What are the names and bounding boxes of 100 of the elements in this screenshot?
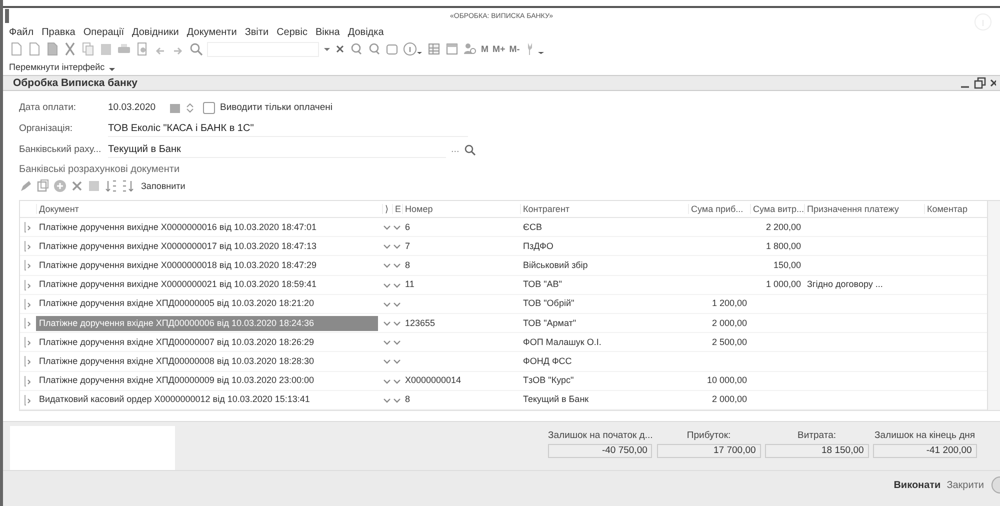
- document-icon[interactable]: [45, 42, 59, 56]
- memory-button[interactable]: M+: [492, 44, 506, 54]
- table-cell[interactable]: Платіжне доручення вхідне ХПД00000009 від 10.03.2020 23:00:00: [36, 373, 318, 388]
- table-cell-text: 150,00: [772, 258, 802, 272]
- table-cell-text: 2 500,00: [710, 336, 748, 349]
- table-cell-text: Текущий в Банк: [522, 393, 590, 406]
- organization-label: Організація:: [19, 123, 74, 134]
- users-icon[interactable]: [463, 42, 477, 56]
- pencil-icon[interactable]: [19, 179, 33, 193]
- search-icon[interactable]: [464, 144, 476, 156]
- restore-icon[interactable]: [974, 77, 986, 89]
- table-cell[interactable]: Платіжне доручення вихідне Х0000000016 від 10.03.2020 18:47:01: [36, 220, 320, 235]
- bank-account-field[interactable]: Текущий в Банк: [108, 142, 446, 158]
- copy-icon[interactable]: [81, 42, 95, 56]
- menu-item[interactable]: Вікна: [315, 26, 340, 38]
- table-cell-text: 11: [404, 278, 416, 292]
- table-cell[interactable]: Платіжне доручення вхідне ХПД00000005 від 10.03.2020 18:21:20: [36, 296, 318, 312]
- column-header[interactable]: Коментар: [924, 204, 986, 214]
- menu-item[interactable]: Звіти: [244, 26, 269, 38]
- table-cell-text: 1 200,00: [710, 297, 748, 310]
- table-cell-text: Згідно договору ...: [806, 278, 884, 292]
- info-icon[interactable]: [403, 42, 423, 56]
- menu-item[interactable]: Правка: [42, 26, 76, 38]
- table-cell-text: ТОВ "Обрій": [522, 297, 576, 310]
- search-icon[interactable]: [189, 42, 203, 56]
- table-cell-text: 2 000,00: [710, 316, 748, 330]
- table-cell-text: ПзДФО: [522, 240, 554, 253]
- checkbox-label: Виводити тільки оплачені: [220, 102, 332, 113]
- help-icon[interactable]: [990, 476, 1000, 494]
- memory-button[interactable]: M: [481, 44, 488, 54]
- total-field: 18 150,00: [764, 444, 869, 458]
- menu-item[interactable]: Сервіс: [276, 26, 308, 38]
- menu-item[interactable]: Операції: [83, 26, 124, 38]
- table-cell-text: Х0000000014: [404, 374, 462, 388]
- sort-ascending-icon[interactable]: [104, 179, 118, 193]
- select-button[interactable]: ...: [451, 144, 460, 155]
- date-label: Дата оплати:: [19, 102, 78, 113]
- table-cell-text: 10 000,00: [706, 374, 748, 388]
- delete-icon[interactable]: [70, 179, 84, 193]
- execute-button[interactable]: Виконати: [894, 480, 941, 491]
- table-cell-text: 8: [404, 393, 412, 406]
- cut-icon[interactable]: [63, 42, 77, 56]
- date-field[interactable]: 10.03.2020: [108, 102, 164, 113]
- table-cell-text: 2 200,00: [764, 220, 802, 234]
- table-cell[interactable]: Платіжне доручення вхідне ХПД00000007 від 10.03.2020 18:26:29: [36, 334, 318, 350]
- table-cell-text: 2 000,00: [710, 393, 748, 406]
- menu-item[interactable]: Документи: [186, 26, 237, 38]
- find-icon[interactable]: [367, 42, 381, 56]
- table-cell-text: ФОП Малашук О.І.: [522, 336, 602, 349]
- table-cell-text: ТОВ "Армат": [522, 316, 578, 330]
- document-icon[interactable]: [27, 42, 41, 56]
- table-cell[interactable]: Платіжне доручення вихідне Х0000000018 від 10.03.2020 18:47:29: [36, 258, 320, 273]
- menu-item[interactable]: Довідники: [132, 26, 179, 38]
- form-title: Обробка Виписка банку: [13, 77, 138, 89]
- table-cell-text: ЄСВ: [522, 220, 543, 234]
- menu-item[interactable]: Файл: [9, 26, 34, 38]
- switch-interface-menu[interactable]: Перемкнути інтерфейс: [9, 62, 105, 72]
- table-cell[interactable]: Видатковий касовий ордер Х0000000012 від 10.03.2020 15:13:41: [36, 392, 313, 408]
- column-header[interactable]: ⟩: [382, 204, 392, 214]
- total-label: Залишок на початок д...: [548, 430, 653, 441]
- section-title: Банківські розрахункові документи: [19, 163, 181, 177]
- sort-descending-icon[interactable]: [121, 179, 135, 193]
- table-cell-text: 1 800,00: [764, 240, 802, 253]
- print-icon[interactable]: [117, 42, 131, 56]
- document-icon[interactable]: [9, 42, 23, 56]
- total-label: Прибуток:: [686, 430, 731, 441]
- spinner-icon[interactable]: [186, 102, 194, 114]
- table-cell-text: 1 000,00: [764, 278, 802, 292]
- window-icon[interactable]: [385, 42, 399, 56]
- column-header[interactable]: Контрагент: [520, 204, 688, 214]
- column-header[interactable]: Призначення платежу: [804, 204, 924, 214]
- table-cell-text: 6: [404, 220, 412, 234]
- column-header[interactable]: Сума приб...: [688, 204, 750, 214]
- total-field: 17 700,00: [656, 444, 761, 458]
- scrollbar[interactable]: [987, 201, 1000, 410]
- total-field: -41 200,00: [872, 444, 977, 458]
- table-cell-text: Військовий збір: [522, 258, 589, 272]
- menu-item[interactable]: Довідка: [348, 26, 384, 38]
- table-cell-text: 123655: [404, 316, 436, 330]
- checkbox[interactable]: [203, 102, 215, 114]
- table-cell-text: ФОНД ФСС: [522, 354, 573, 368]
- add-icon[interactable]: [53, 179, 67, 193]
- column-header[interactable]: Е: [392, 204, 402, 214]
- total-field: -40 750,00: [548, 444, 652, 458]
- table-cell-text: 7: [404, 240, 412, 253]
- find-icon[interactable]: [349, 42, 363, 56]
- table-cell[interactable]: Платіжне доручення вхідне ХПД00000008 від 10.03.2020 18:28:30: [36, 354, 318, 369]
- fill-button[interactable]: Заповнити: [141, 181, 186, 191]
- close-icon[interactable]: [990, 77, 996, 89]
- table-cell-text: 8: [404, 258, 412, 272]
- table-cell[interactable]: Платіжне доручення вихідне Х0000000017 від 10.03.2020 18:47:13: [36, 238, 320, 254]
- column-header[interactable]: Номер: [402, 204, 520, 214]
- organization-field[interactable]: ТОВ Еколіс "КАСА і БАНК в 1С": [108, 120, 468, 136]
- preview-icon[interactable]: [135, 42, 149, 56]
- table-cell[interactable]: Платіжне доручення вихідне Х0000000021 від 10.03.2020 18:59:41: [36, 277, 320, 292]
- column-header[interactable]: Документ: [36, 204, 382, 214]
- close-button[interactable]: Закрити: [946, 480, 984, 491]
- memory-button[interactable]: M-: [509, 44, 520, 54]
- column-header[interactable]: Сума витр...: [750, 204, 804, 214]
- copy-icon[interactable]: [36, 179, 50, 193]
